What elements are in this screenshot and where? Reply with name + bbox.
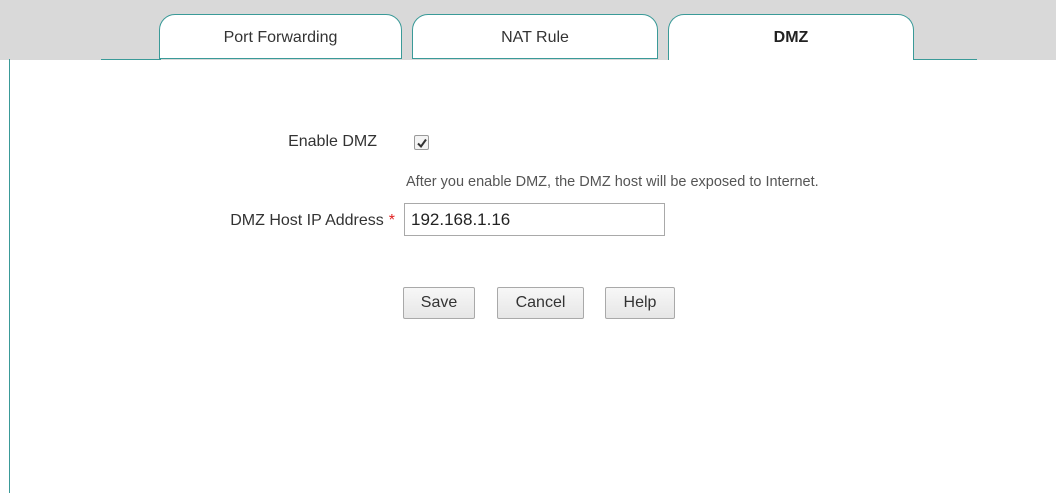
cancel-button[interactable]: Cancel	[497, 287, 584, 319]
checkmark-icon	[417, 138, 427, 149]
host-ip-label: DMZ Host IP Address *	[230, 212, 395, 230]
tab-baseline-left	[101, 59, 161, 60]
dmz-host-ip-input[interactable]	[404, 203, 665, 236]
content-left-border	[9, 59, 10, 493]
host-ip-label-text: DMZ Host IP Address	[230, 212, 384, 229]
enable-dmz-label-text: Enable DMZ	[288, 133, 377, 150]
help-button[interactable]: Help	[605, 287, 675, 319]
required-marker: *	[388, 212, 395, 229]
save-button[interactable]: Save	[403, 287, 475, 319]
tab-port-forwarding[interactable]: Port Forwarding	[159, 14, 402, 59]
enable-dmz-hint: After you enable DMZ, the DMZ host will …	[406, 174, 819, 190]
tab-dmz[interactable]: DMZ	[668, 14, 914, 60]
tab-baseline-right	[913, 59, 977, 60]
enable-dmz-label: Enable DMZ	[288, 133, 377, 151]
tab-nat-rule[interactable]: NAT Rule	[412, 14, 658, 59]
enable-dmz-checkbox[interactable]	[414, 135, 429, 150]
